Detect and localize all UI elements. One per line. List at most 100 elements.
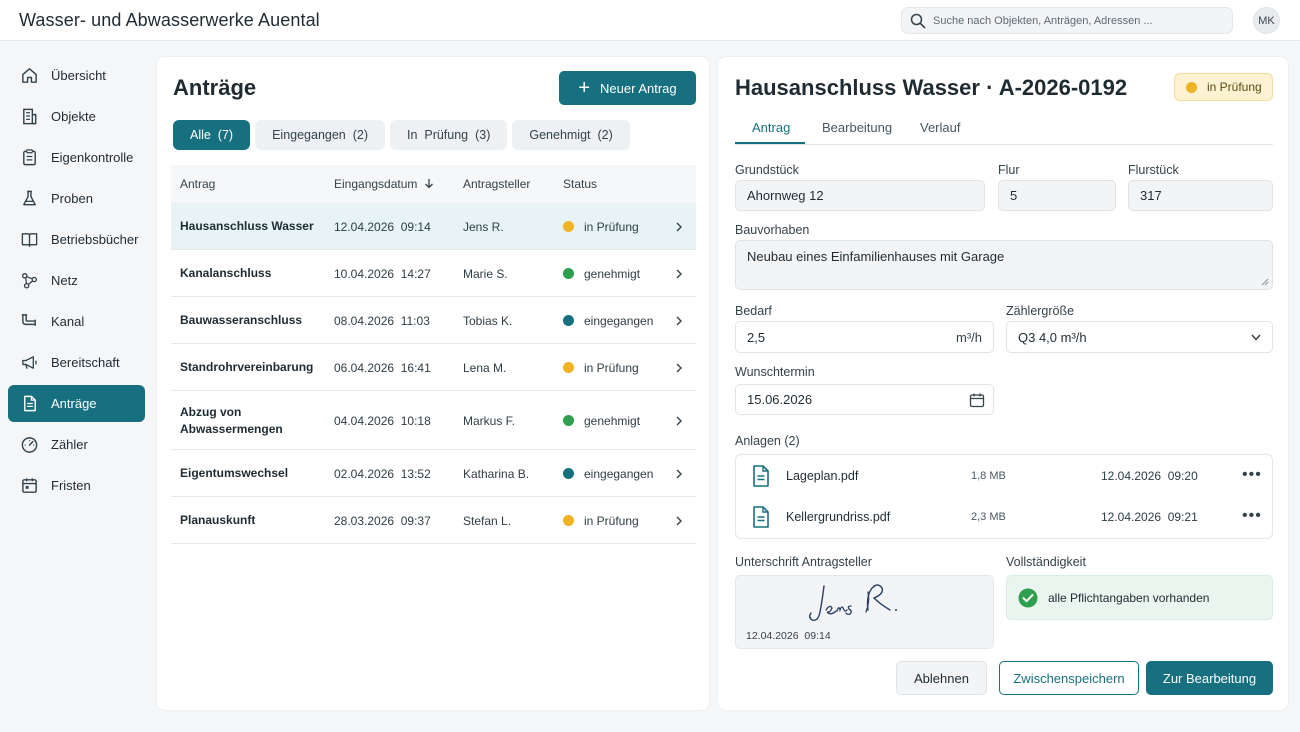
sidebar-item-label: Anträge xyxy=(51,396,97,411)
row-received-date: 04.04.2026 10:18 xyxy=(334,413,431,428)
attachment-name[interactable]: Kellergrundriss.pdf xyxy=(786,510,890,524)
sidebar-item-bereitschaft[interactable]: Bereitschaft xyxy=(8,344,145,381)
table-row[interactable]: Kanalanschluss 10.04.2026 14:27 Marie S. ge… xyxy=(171,250,696,297)
row-applicant: Stefan L. xyxy=(463,513,512,528)
building-icon xyxy=(23,108,37,125)
table-row[interactable]: Planauskunft 28.03.2026 09:37 Stefan L. in … xyxy=(171,497,696,544)
signature-date: 12.04.2026 09:14 xyxy=(746,630,831,642)
applications-table: Antrag Eingangsdatum Antragsteller Statu… xyxy=(171,165,696,544)
search-box[interactable] xyxy=(901,7,1233,34)
attachment-size: 2,3 MB xyxy=(971,511,1006,523)
proceed-button[interactable]: Zur Bearbeitung xyxy=(1146,661,1273,695)
more-options-icon[interactable]: ••• xyxy=(1242,466,1262,484)
grundstueck-field[interactable]: Ahornweg 12 xyxy=(735,180,985,211)
tab-verlauf[interactable]: Verlauf xyxy=(920,120,960,135)
sidebar-item-netz[interactable]: Netz xyxy=(8,262,145,299)
status-dot xyxy=(563,515,574,526)
label-wunschtermin: Wunschtermin xyxy=(735,365,815,379)
table-row[interactable]: Eigentumswechsel 02.04.2026 13:52 Katharin… xyxy=(171,450,696,497)
flurstueck-field[interactable]: 317 xyxy=(1128,180,1273,211)
flur-field[interactable]: 5 xyxy=(998,180,1116,211)
table-row[interactable]: Bauwasseranschluss 08.04.2026 11:03 Tobias… xyxy=(171,297,696,344)
detail-title: Hausanschluss Wasser · A-2026-0192 xyxy=(735,75,1128,100)
reject-button[interactable]: Ablehnen xyxy=(896,661,987,695)
row-application-name: Planauskunft xyxy=(180,513,256,527)
completeness-text: alle Pflichtangaben vorhanden xyxy=(1048,591,1210,605)
attachment-name[interactable]: Lageplan.pdf xyxy=(786,469,858,483)
label-anlagen: Anlagen (2) xyxy=(735,434,800,448)
search-input[interactable] xyxy=(933,11,1223,30)
sidebar-item-fristen[interactable]: Fristen xyxy=(8,467,145,504)
row-application-name: Abzug von Abwassermengen xyxy=(180,404,283,436)
tab-bearbeitung[interactable]: Bearbeitung xyxy=(822,120,892,135)
row-applicant: Tobias K. xyxy=(463,313,513,328)
more-options-icon[interactable]: ••• xyxy=(1242,507,1262,525)
table-row[interactable]: Hausanschluss Wasser 12.04.2026 09:14 Jens… xyxy=(171,203,696,250)
bedarf-field[interactable]: 2,5 m³/h xyxy=(735,321,994,353)
filter-tabs: Alle (7) Eingegangen (2) In Prüfung (3) … xyxy=(173,120,630,150)
column-header-antragsteller[interactable]: Antragsteller xyxy=(463,177,530,191)
sidebar-item-betriebsbuecher[interactable]: Betriebsbücher xyxy=(8,221,145,258)
user-avatar[interactable]: MK xyxy=(1253,7,1280,34)
table-row[interactable]: Abzug von Abwassermengen 04.04.2026 10:18… xyxy=(171,391,696,450)
home-icon xyxy=(22,68,37,83)
zaehlergroesse-select[interactable]: Q3 4,0 m³/h xyxy=(1006,321,1273,353)
sidebar-item-kanal[interactable]: Kanal xyxy=(8,303,145,340)
clipboard-icon xyxy=(23,149,36,166)
chevron-right-icon xyxy=(676,469,682,478)
attachment-item[interactable]: Lageplan.pdf 1,8 MB 12.04.2026 09:20 ••• xyxy=(736,455,1272,496)
calendar-icon[interactable] xyxy=(969,392,985,408)
label-vollstaendigkeit: Vollständigkeit xyxy=(1006,555,1086,569)
label-unterschrift: Unterschrift Antragsteller xyxy=(735,555,872,569)
chevron-right-icon xyxy=(676,416,682,425)
megaphone-icon xyxy=(22,356,37,369)
filter-tab-received[interactable]: Eingegangen (2) xyxy=(255,120,385,150)
tab-antrag[interactable]: Antrag xyxy=(752,120,790,135)
wunschtermin-date-field[interactable]: 15.06.2026 xyxy=(735,384,994,415)
filter-tab-all[interactable]: Alle (7) xyxy=(173,120,251,150)
label-grundstueck: Grundstück xyxy=(735,163,799,177)
row-status-label: in Prüfung xyxy=(584,513,639,528)
sidebar-item-objekte[interactable]: Objekte xyxy=(8,98,145,135)
filter-tab-review[interactable]: In Prüfung (3) xyxy=(389,120,508,150)
save-draft-button[interactable]: Zwischenspeichern xyxy=(999,661,1139,695)
column-header-eingangsdatum[interactable]: Eingangsdatum xyxy=(334,177,434,191)
sidebar-item-zaehler[interactable]: Zähler xyxy=(8,426,145,463)
row-status-label: in Prüfung xyxy=(584,360,639,375)
sidebar-item-eigenkontrolle[interactable]: Eigenkontrolle xyxy=(8,139,145,176)
column-header-status[interactable]: Status xyxy=(563,177,597,191)
sidebar-item-label: Kanal xyxy=(51,314,85,329)
row-applicant: Lena M. xyxy=(463,360,507,375)
sidebar-item-proben[interactable]: Proben xyxy=(8,180,145,217)
label-bedarf: Bedarf xyxy=(735,304,772,318)
sidebar-item-label: Eigenkontrolle xyxy=(51,150,134,165)
sidebar-item-uebersicht[interactable]: Übersicht xyxy=(8,57,145,94)
top-bar: Wasser- und Abwasserwerke Auental MK xyxy=(0,0,1300,41)
row-application-name: Standrohrvereinbarung xyxy=(180,360,314,374)
label-zaehlergroesse: Zählergröße xyxy=(1006,304,1075,318)
status-dot xyxy=(563,221,574,232)
row-applicant: Katharina B. xyxy=(463,466,530,481)
filter-tab-approved[interactable]: Genehmigt (2) xyxy=(512,120,630,150)
bauvorhaben-text: Neubau eines Einfamilienhauses mit Garag… xyxy=(747,249,1005,264)
bauvorhaben-textarea[interactable]: Neubau eines Einfamilienhauses mit Garag… xyxy=(735,240,1273,290)
row-application-name: Eigentumswechsel xyxy=(180,466,289,480)
chevron-right-icon xyxy=(676,363,682,372)
sidebar-item-antraege[interactable]: Anträge xyxy=(8,385,145,422)
book-icon xyxy=(21,233,38,247)
row-status-label: genehmigt xyxy=(584,266,641,281)
row-received-date: 08.04.2026 11:03 xyxy=(334,313,430,328)
document-icon xyxy=(24,395,36,412)
app-title: Wasser- und Abwasserwerke Auental xyxy=(19,10,320,30)
row-application-name: Hausanschluss Wasser xyxy=(180,219,314,233)
table-row[interactable]: Standrohrvereinbarung 06.04.2026 16:41 Len… xyxy=(171,344,696,391)
row-application-name: Bauwasseranschluss xyxy=(180,313,303,327)
attachment-item[interactable]: Kellergrundriss.pdf 2,3 MB 12.04.2026 09… xyxy=(736,496,1272,537)
completeness-status: alle Pflichtangaben vorhanden xyxy=(1006,575,1273,620)
new-application-button[interactable]: + Neuer Antrag xyxy=(559,71,696,105)
attachments-list: Lageplan.pdf 1,8 MB 12.04.2026 09:20 •••… xyxy=(735,454,1273,539)
pipe-icon xyxy=(21,314,36,326)
row-status: genehmigt xyxy=(563,267,640,281)
row-status: eingegangen xyxy=(563,314,653,328)
column-header-antrag[interactable]: Antrag xyxy=(180,177,215,191)
